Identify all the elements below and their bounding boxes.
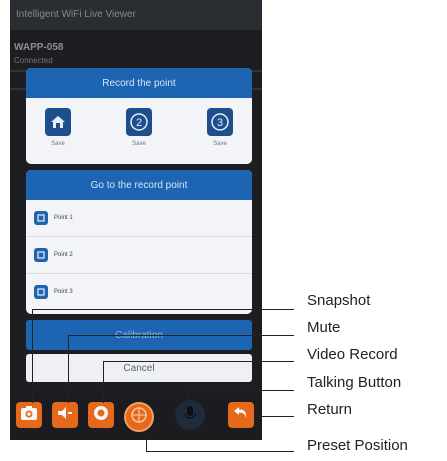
record-point-title: Record the point: [26, 68, 252, 98]
svg-text:2: 2: [136, 117, 142, 129]
device-status: Connected: [14, 56, 53, 65]
svg-text:3: 3: [217, 117, 223, 129]
snapshot-button[interactable]: [16, 402, 42, 428]
point-icon: [34, 248, 48, 262]
save-point-2-button[interactable]: 2 Save: [119, 108, 159, 147]
record-point-card: Record the point Save 2 Save 3 Save: [26, 68, 252, 164]
return-button[interactable]: [228, 402, 254, 428]
callout-mute: Mute: [307, 319, 341, 336]
point-label: Point 3: [54, 289, 73, 295]
save-point-1-button[interactable]: Save: [38, 108, 78, 147]
preset-position-button[interactable]: [124, 402, 154, 432]
goto-point-title: Go to the record point: [26, 170, 252, 200]
app-title-bar: Intelligent WiFi Live Viewer: [10, 0, 262, 30]
speaker-icon: [56, 405, 74, 426]
bottom-toolbar: [10, 394, 262, 440]
save-label: Save: [213, 141, 227, 147]
point-2-item[interactable]: Point 2: [26, 237, 252, 274]
cancel-button[interactable]: Cancel: [26, 354, 252, 382]
home-icon: [45, 108, 71, 136]
return-arrow-icon: [232, 405, 250, 426]
phone-screen: Intelligent WiFi Live Viewer WAPP-058 Co…: [10, 0, 262, 440]
point-icon: [34, 285, 48, 299]
mute-button[interactable]: [52, 402, 78, 428]
save-label: Save: [132, 141, 146, 147]
point-icon: [34, 211, 48, 225]
point-label: Point 2: [54, 252, 73, 258]
video-record-button[interactable]: [88, 402, 114, 428]
point-3-item[interactable]: Point 3: [26, 274, 252, 310]
callout-snapshot: Snapshot: [307, 292, 371, 309]
point-1-item[interactable]: Point 1: [26, 200, 252, 237]
callout-preset-position: Preset Position: [307, 437, 408, 454]
goto-point-card: Go to the record point Point 1 Point 2 P…: [26, 170, 252, 314]
record-icon: [92, 404, 110, 427]
number-3-icon: 3: [207, 108, 233, 136]
callout-video-record: Video Record: [307, 346, 398, 363]
app-title: Intelligent WiFi Live Viewer: [16, 9, 136, 20]
microphone-icon: [183, 404, 197, 427]
camera-icon: [20, 405, 38, 426]
point-label: Point 1: [54, 215, 73, 221]
callout-return: Return: [307, 401, 353, 418]
callout-talking-button: Talking Button: [307, 374, 402, 391]
crosshair-icon: [129, 405, 149, 430]
save-point-3-button[interactable]: 3 Save: [200, 108, 240, 147]
number-2-icon: 2: [126, 108, 152, 136]
talking-button[interactable]: [175, 400, 205, 430]
device-name: WAPP-058: [14, 42, 64, 53]
save-label: Save: [51, 141, 65, 147]
preset-dialog: Record the point Save 2 Save 3 Save Go t…: [26, 68, 252, 386]
